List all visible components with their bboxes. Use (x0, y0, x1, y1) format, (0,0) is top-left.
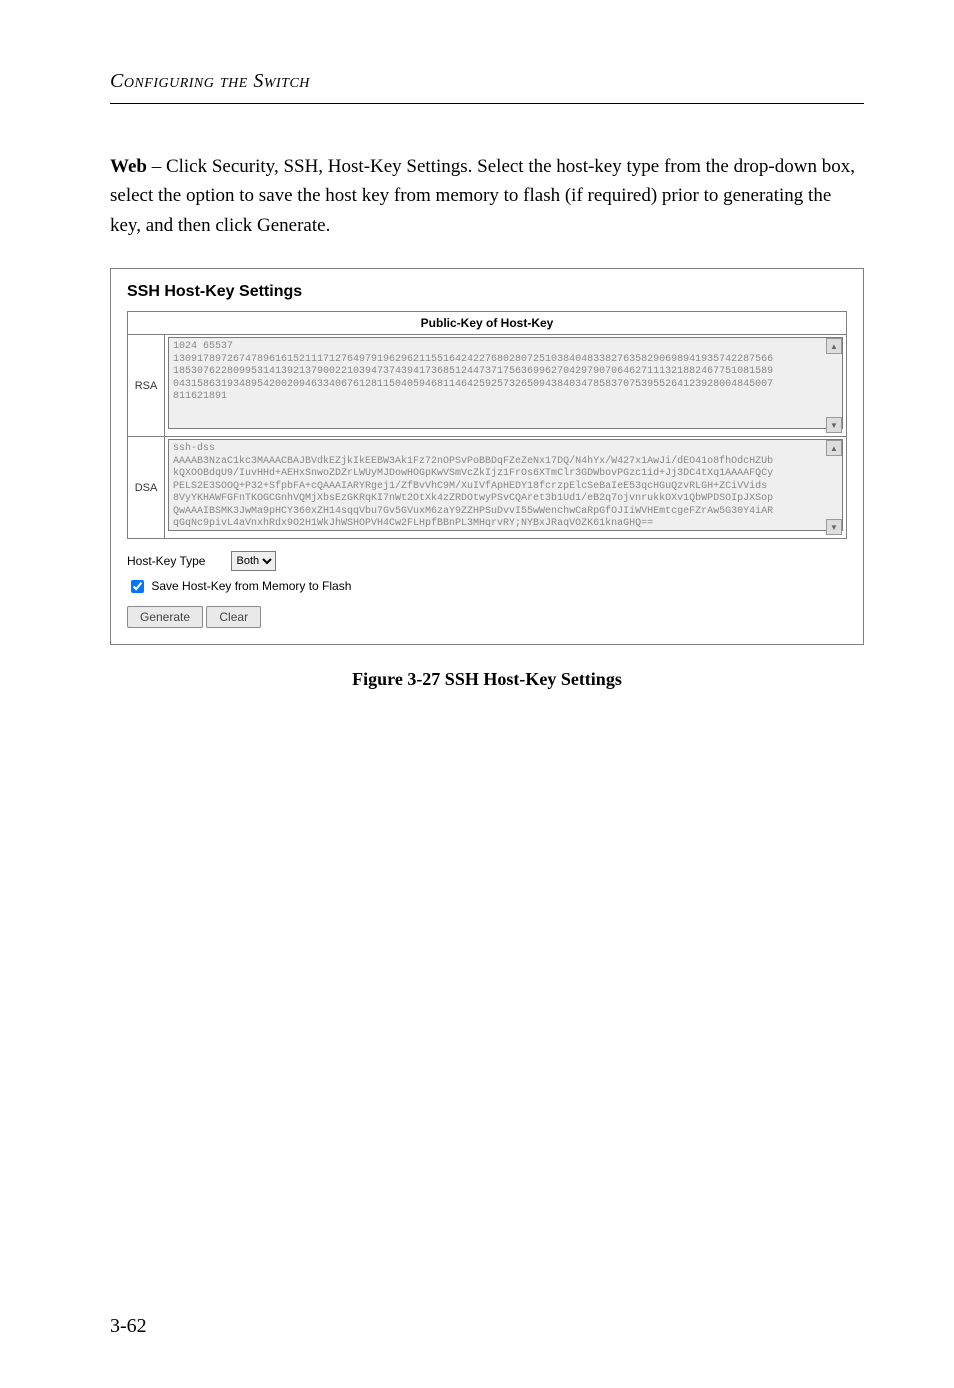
host-key-type-select[interactable]: Both (231, 551, 276, 571)
save-hostkey-text: Save Host-Key from Memory to Flash (151, 579, 351, 593)
public-key-box: Public-Key of Host-Key RSA ▲ ▼ DSA ▲ ▼ (127, 311, 847, 539)
figure-caption: Figure 3-27 SSH Host-Key Settings (110, 669, 864, 690)
dsa-row: DSA ▲ ▼ (128, 437, 846, 538)
rsa-key-textarea[interactable] (168, 337, 843, 429)
save-hostkey-checkbox[interactable] (131, 580, 144, 593)
public-key-header: Public-Key of Host-Key (128, 312, 846, 335)
scroll-up-icon[interactable]: ▲ (826, 440, 842, 456)
body-paragraph: Web – Click Security, SSH, Host-Key Sett… (110, 152, 864, 240)
rsa-row: RSA ▲ ▼ (128, 335, 846, 437)
host-key-type-label: Host-Key Type (127, 554, 205, 568)
page-number: 3-62 (110, 1315, 147, 1338)
save-hostkey-label[interactable]: Save Host-Key from Memory to Flash (127, 579, 351, 593)
scroll-up-icon[interactable]: ▲ (826, 338, 842, 354)
header-rule (110, 103, 864, 104)
ssh-hostkey-panel: SSH Host-Key Settings Public-Key of Host… (110, 268, 864, 645)
scroll-down-icon[interactable]: ▼ (826, 417, 842, 433)
running-head: Configuring the Switch (110, 70, 864, 93)
panel-title: SSH Host-Key Settings (127, 283, 847, 301)
dsa-label: DSA (128, 437, 165, 538)
generate-button[interactable]: Generate (127, 606, 203, 628)
dsa-key-textarea[interactable] (168, 439, 843, 531)
clear-button[interactable]: Clear (206, 606, 261, 628)
rsa-label: RSA (128, 335, 165, 436)
scroll-down-icon[interactable]: ▼ (826, 519, 842, 535)
